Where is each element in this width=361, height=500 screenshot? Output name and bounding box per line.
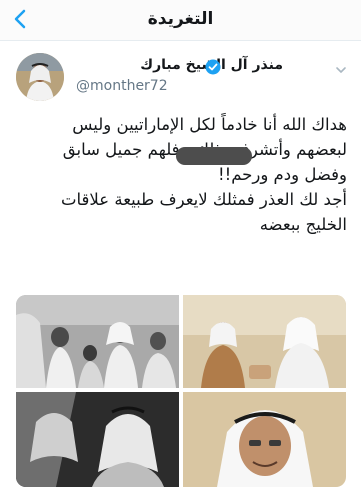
redaction-mark bbox=[176, 147, 252, 165]
media-photo-1[interactable] bbox=[16, 295, 179, 388]
tweet-options-button[interactable] bbox=[333, 62, 349, 78]
media-photo-2[interactable] bbox=[183, 295, 346, 388]
tweet-line: هداك الله أنا خادماً لكل الإماراتيين ولي… bbox=[72, 115, 347, 134]
media-photo-3[interactable] bbox=[16, 392, 179, 487]
author-handle[interactable]: @monther72 bbox=[76, 78, 168, 94]
top-navigation-bar: التغريدة bbox=[0, 0, 361, 41]
tweet-line: أجد لك العذر فمثلك لايعرف طبيعة علاقات bbox=[60, 190, 347, 209]
tweet-line: الخليج ببعضه bbox=[259, 215, 347, 234]
page-title: التغريدة bbox=[147, 9, 214, 29]
avatar[interactable] bbox=[16, 53, 64, 101]
verified-badge bbox=[205, 59, 221, 75]
verified-badge-icon bbox=[205, 59, 221, 75]
tweet-text: هداك الله أنا خادماً لكل الإماراتيين ولي… bbox=[16, 112, 347, 237]
media-grid bbox=[16, 295, 346, 487]
media-photo-4[interactable] bbox=[183, 392, 346, 487]
tweet-line: وفضل ودم ورحم!! bbox=[217, 165, 347, 184]
chevron-down-icon bbox=[336, 67, 346, 73]
